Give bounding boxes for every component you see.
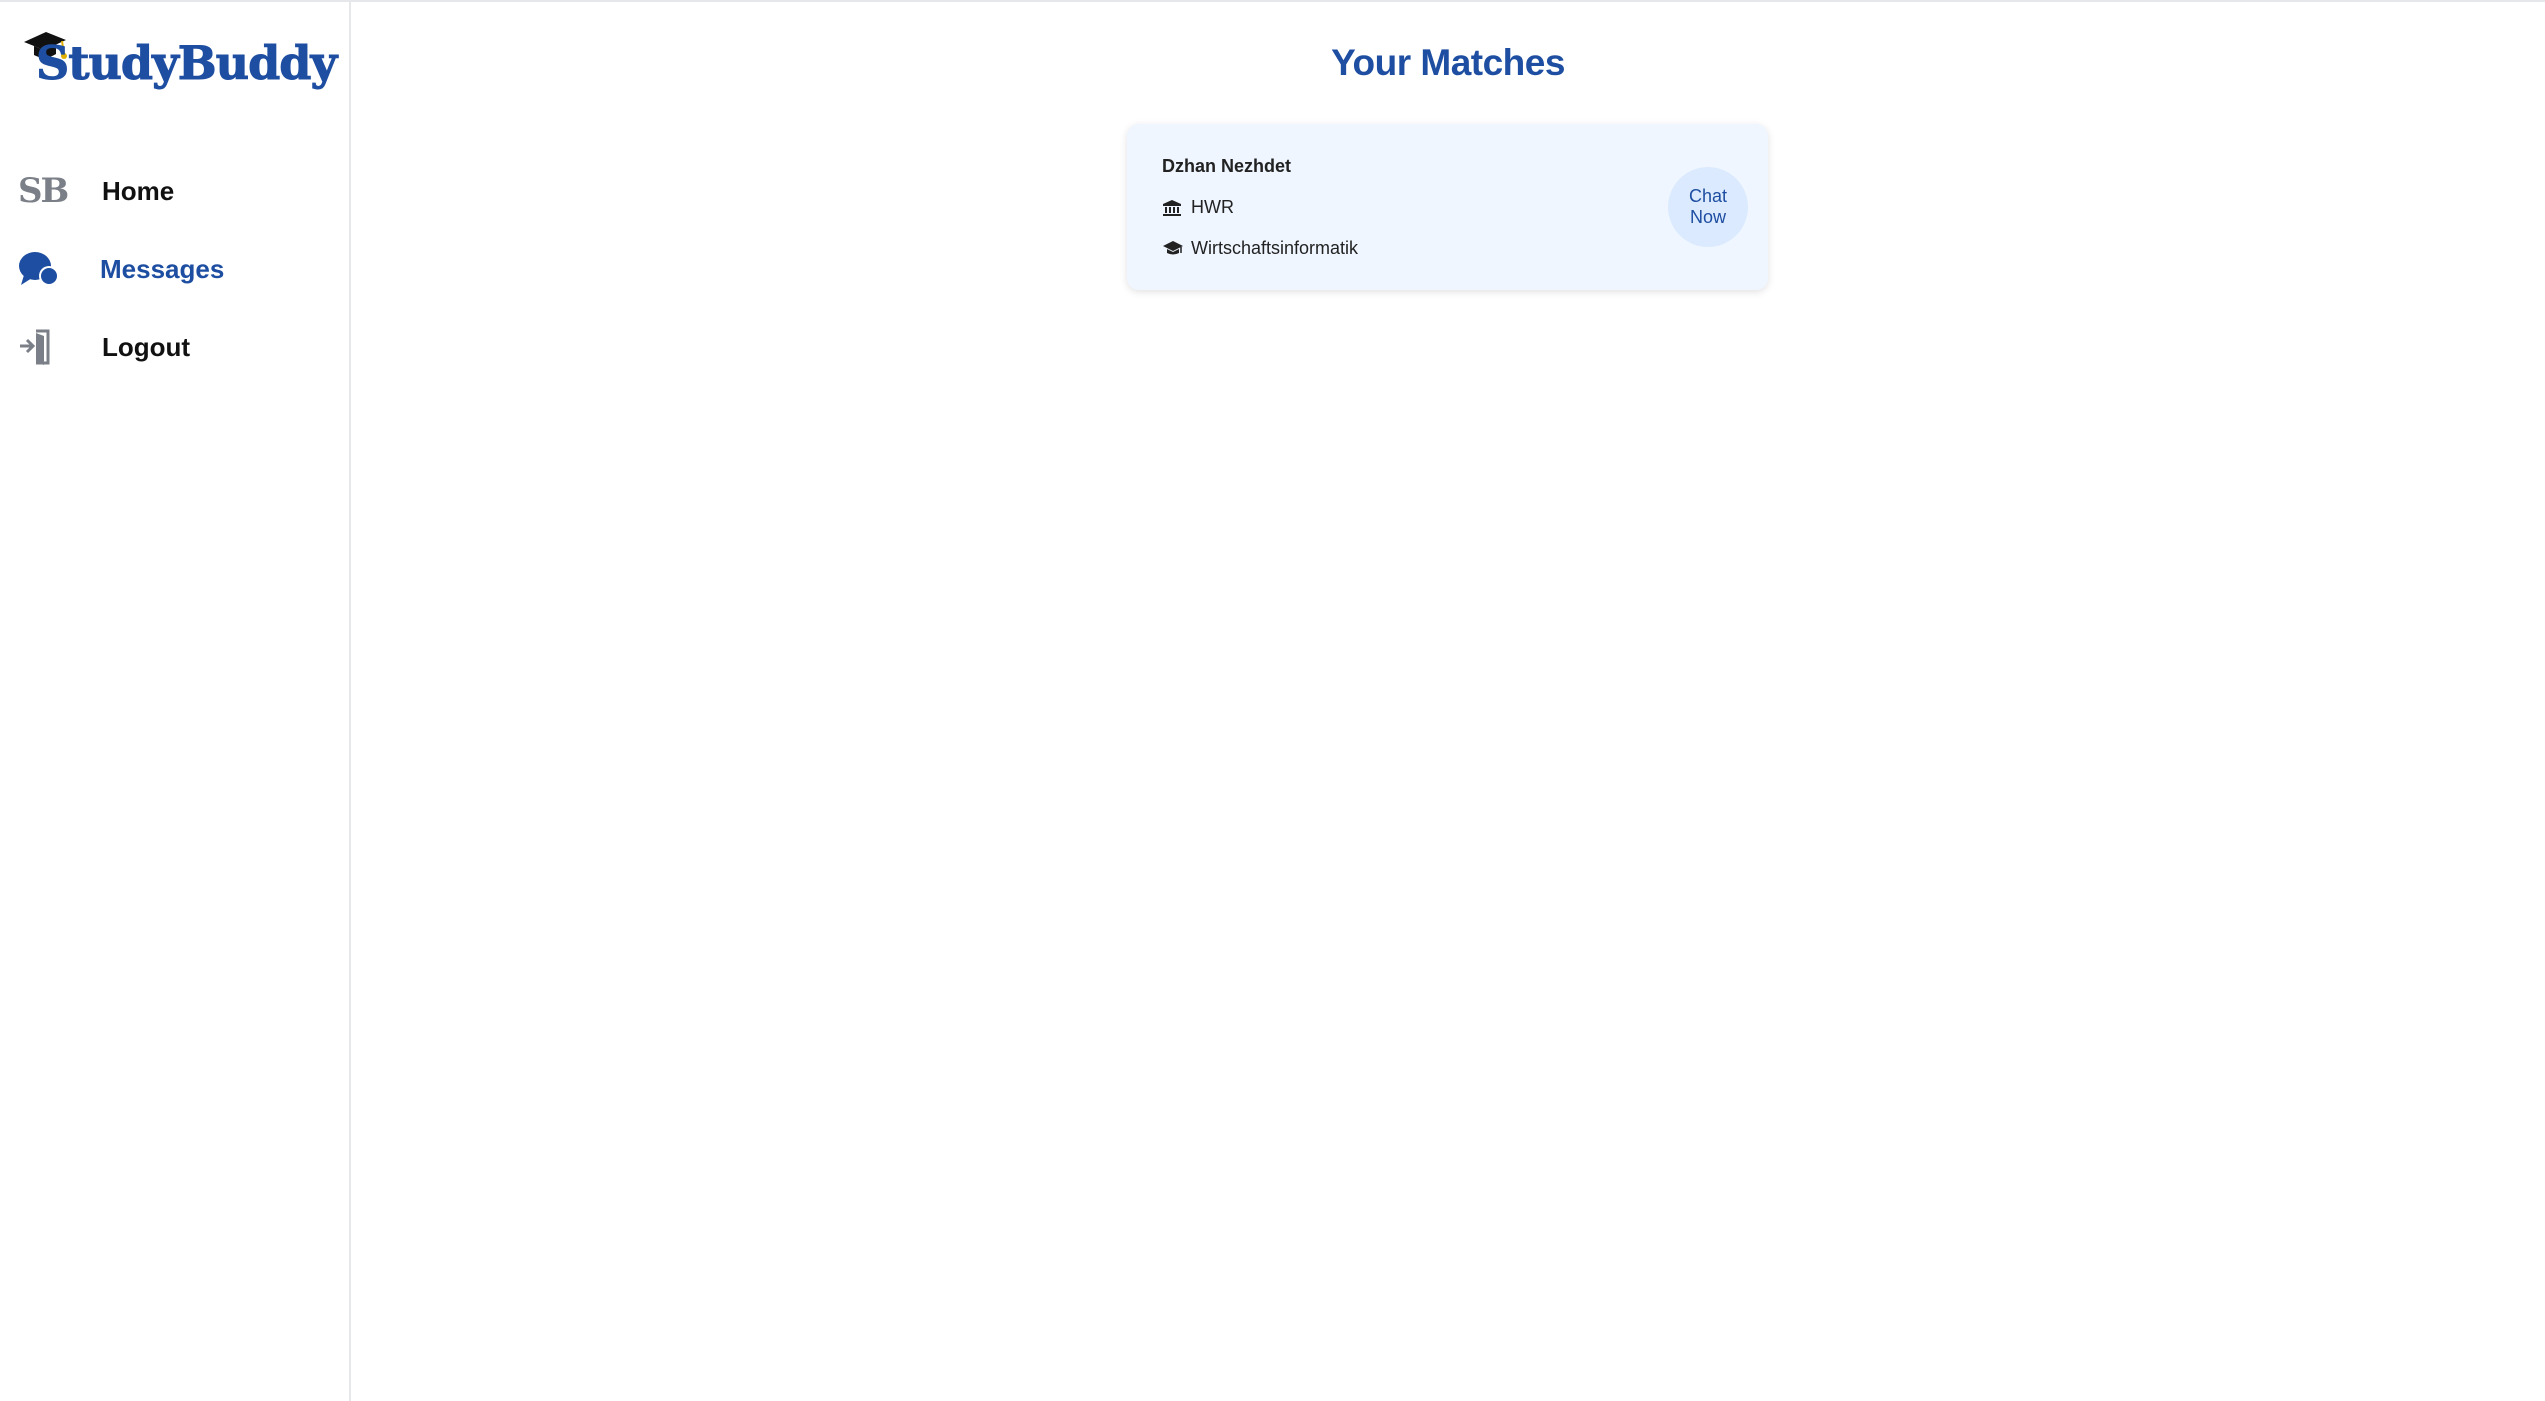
match-course-row: Wirtschaftsinformatik (1162, 238, 1358, 259)
graduation-cap-icon (1162, 240, 1184, 258)
logo-text: StudyBuddy (35, 36, 337, 91)
chat-now-label-line2: Now (1689, 207, 1726, 227)
sidebar-item-home[interactable]: SB Home (0, 152, 349, 230)
match-university: HWR (1191, 197, 1234, 217)
app-root: StudyBuddy SB Home Messages Logout Your … (0, 2, 2545, 1401)
sidebar-item-label: Home (102, 175, 175, 206)
sidebar-item-label: Messages (100, 253, 225, 284)
logout-door-icon (18, 327, 72, 367)
match-course: Wirtschaftsinformatik (1191, 238, 1359, 258)
match-name: Dzhan Nezhdet (1162, 156, 1292, 176)
page-title: Your Matches (1331, 42, 1565, 83)
sb-logo-icon: SB (18, 171, 72, 211)
main-content: Your Matches Dzhan Nezhdet HWR Wirtschaf… (351, 2, 2545, 1401)
sidebar-item-logout[interactable]: Logout (0, 308, 349, 386)
studybuddy-logo[interactable]: StudyBuddy (22, 28, 338, 98)
match-card: Dzhan Nezhdet HWR Wirtschaftsinformatik … (1127, 124, 1768, 290)
chat-bubbles-icon (18, 249, 72, 289)
university-building-icon (1162, 199, 1184, 217)
match-university-row: HWR (1162, 197, 1234, 218)
sidebar-item-label: Logout (102, 331, 191, 362)
sidebar: StudyBuddy SB Home Messages Logout (0, 2, 351, 1401)
chat-now-label-line1: Chat (1688, 186, 1728, 206)
chat-now-button[interactable]: Chat Now (1668, 167, 1748, 247)
sb-glyph: SB (18, 171, 69, 211)
sidebar-nav: SB Home Messages Logout (0, 152, 349, 386)
sidebar-item-messages[interactable]: Messages (0, 230, 349, 308)
